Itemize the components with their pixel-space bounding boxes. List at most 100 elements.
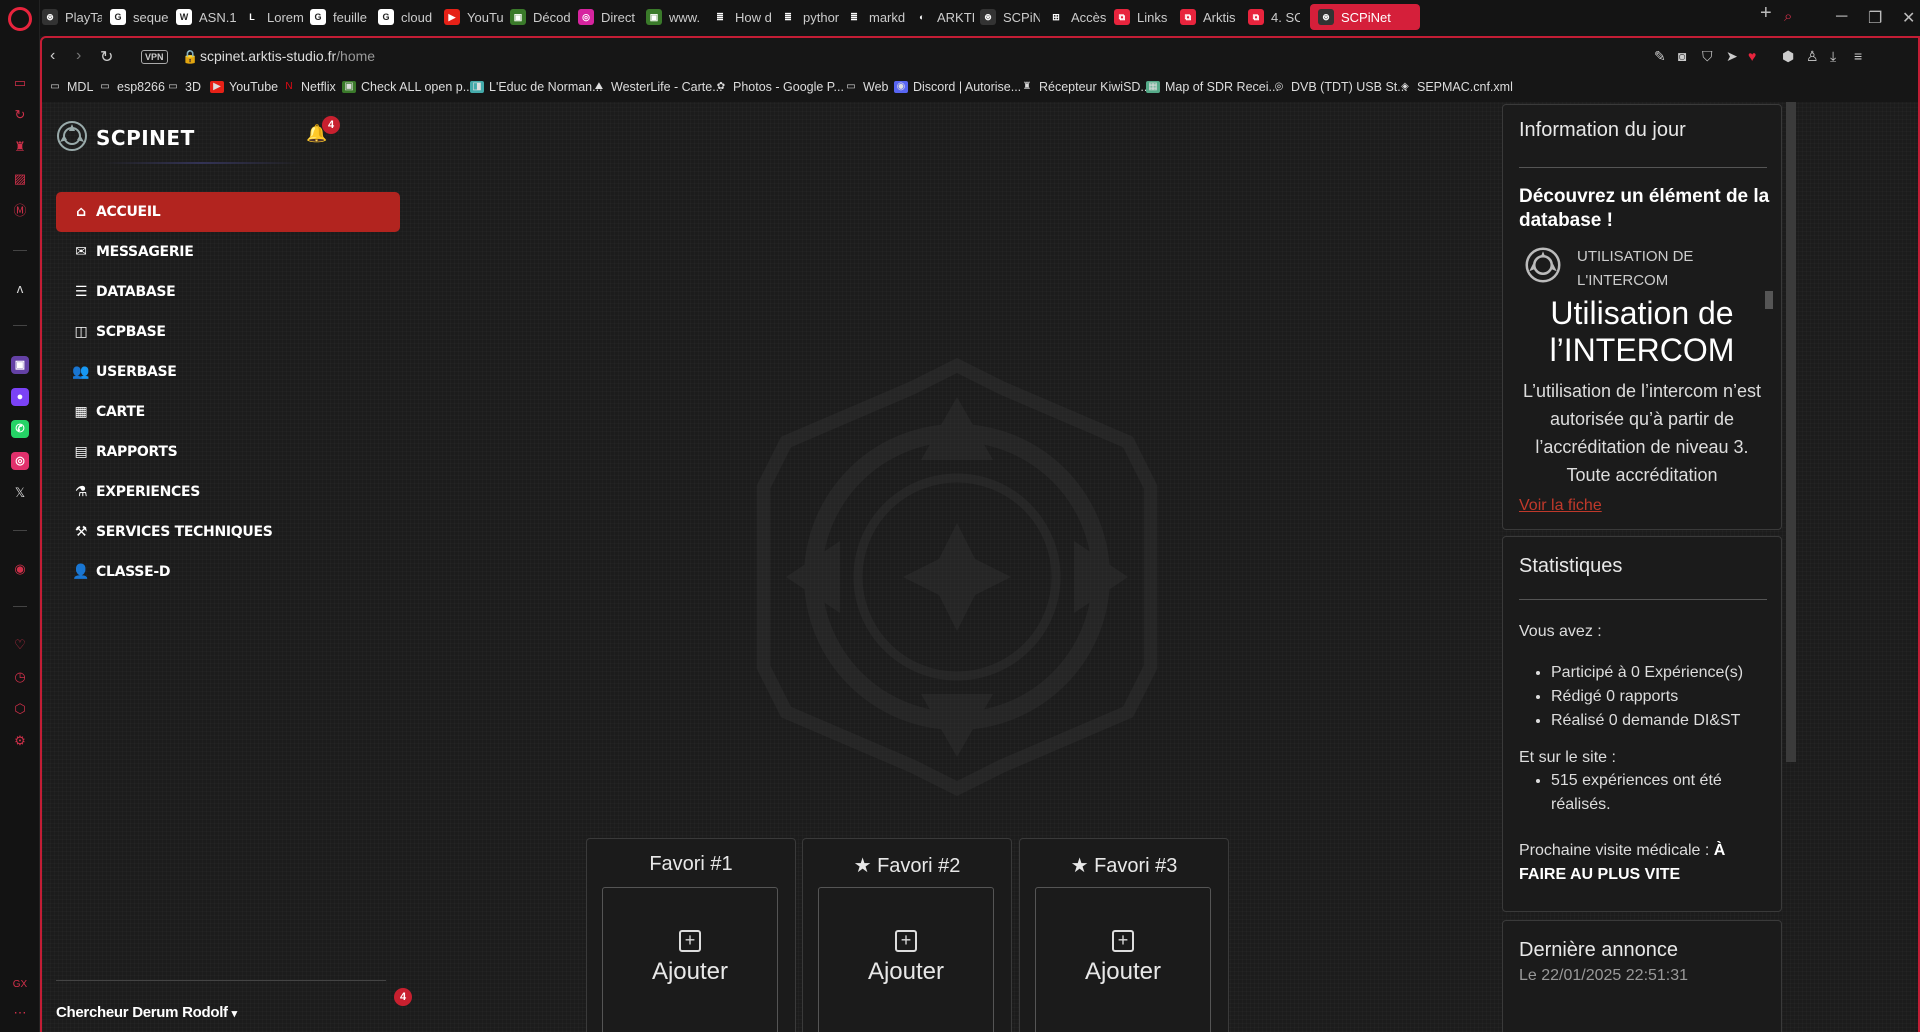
browser-tab[interactable]: ≣ pythor [780, 4, 840, 30]
bookmark-item[interactable]: ◎ DVB (TDT) USB St... [1272, 80, 1408, 94]
add-favorite-button[interactable]: + Ajouter [1035, 887, 1211, 1032]
browser-tab[interactable]: ▣ Décod [510, 4, 570, 30]
menu-item-rapports[interactable]: ▤ RAPPORTS [56, 432, 400, 472]
maximize-button[interactable]: ❐ [1868, 8, 1882, 28]
bookmark-item[interactable]: ⛰ WesterLife - Carte... [592, 80, 723, 94]
close-window-button[interactable]: ✕ [1902, 8, 1915, 28]
reload-button[interactable]: ↻ [100, 47, 113, 67]
menu-item-carte[interactable]: ▦ CARTE [56, 392, 400, 432]
heart-icon[interactable]: ♡ [11, 636, 29, 654]
url-field[interactable]: scpinet.arktis-studio.fr/home [200, 48, 375, 64]
gx-icon[interactable]: GX [11, 976, 29, 994]
bookmark-item[interactable]: ▭ Web [844, 80, 888, 94]
menu-item-services-techniques[interactable]: ⚒ SERVICES TECHNIQUES [56, 512, 400, 552]
browser-tab[interactable]: ◐ ARKTI [914, 4, 974, 30]
favorite-title: ★ Favori #2 [803, 853, 1011, 878]
browser-tab[interactable]: ≣ markd [846, 4, 906, 30]
wikipedia-icon: W [176, 9, 192, 25]
browser-tab[interactable]: ▣ www. [646, 4, 706, 30]
camera-icon[interactable]: ◙ [1678, 48, 1686, 64]
mail-icon[interactable]: Ⓜ [11, 202, 29, 220]
page-scrollbar-thumb[interactable] [1786, 102, 1796, 762]
new-tab-button[interactable]: + [1760, 2, 1772, 25]
download-icon[interactable]: ⤓ [1830, 48, 1836, 65]
bookmark-item[interactable]: ✿ Photos - Google P... [714, 80, 844, 94]
browser-tab[interactable]: ⧉ Links [1114, 4, 1174, 30]
opera-logo-icon[interactable] [8, 7, 32, 31]
bookmark-item[interactable]: ◈ SEPMAC.cnf.xml [1398, 80, 1513, 94]
browser-tab[interactable]: ⧉ 4. SCI [1248, 4, 1300, 30]
bookmark-item[interactable]: ▭ 3D [166, 80, 201, 94]
browser-tab[interactable]: ⊛ SCPiNet [1310, 4, 1420, 30]
ai-icon[interactable]: ᴧ [11, 280, 29, 298]
forward-button[interactable]: › [76, 47, 81, 65]
menu-item-classe-d[interactable]: 👤 CLASSE-D [56, 552, 400, 592]
browser-tab[interactable]: ⊛ SCPiN [980, 4, 1040, 30]
bookmark-favicon-icon: ✿ [716, 81, 726, 92]
info-scroll-thumb[interactable] [1765, 291, 1773, 309]
menu-item-messagerie[interactable]: ✉ MESSAGERIE [56, 232, 400, 272]
menu-item-scpbase[interactable]: ◫ SCPBASE [56, 312, 400, 352]
user-menu-toggle[interactable]: Chercheur Derum Rodolf ▾ [56, 1004, 237, 1021]
edit-icon[interactable]: ✎ [1654, 48, 1666, 65]
bookmark-item[interactable]: ♜ Récepteur KiwiSD... [1020, 80, 1151, 94]
bookmark-label: YouTube [229, 80, 279, 94]
instagram-icon[interactable]: ◎ [11, 452, 29, 470]
add-favorite-button[interactable]: + Ajouter [602, 887, 778, 1032]
more-icon[interactable]: ⋯ [11, 1004, 29, 1022]
player-icon[interactable]: ▨ [11, 170, 29, 188]
pinboard-icon[interactable]: ♜ [11, 138, 29, 156]
search-tabs-icon[interactable]: ⌕ [1784, 8, 1792, 25]
bookmark-item[interactable]: ▶ YouTube [210, 80, 278, 94]
browser-tab[interactable]: Gcloud [378, 4, 438, 30]
bookmark-item[interactable]: ▣ Check ALL open p... [342, 80, 473, 94]
browser-tab[interactable]: ⊛ PlayTa [42, 4, 102, 30]
tab-label: SCPiN [1003, 9, 1040, 25]
minimize-button[interactable]: ─ [1836, 8, 1847, 26]
twitch-icon[interactable]: ▣ [11, 356, 29, 374]
refresh-feed-icon[interactable]: ↻ [11, 106, 29, 124]
add-favorite-button[interactable]: + Ajouter [818, 887, 994, 1032]
menu-item-userbase[interactable]: 👥 USERBASE [56, 352, 400, 392]
browser-tab[interactable]: W ASN.1 [176, 4, 236, 30]
bookmark-item[interactable]: ▭ esp8266 [98, 80, 165, 94]
shield-icon[interactable]: ⛉ [1702, 48, 1713, 65]
aria-icon[interactable]: ▭ [11, 74, 29, 92]
view-sheet-link[interactable]: Voir la fiche [1519, 497, 1602, 515]
menu-item-database[interactable]: ☰ DATABASE [56, 272, 400, 312]
vpn-badge[interactable]: VPN [141, 50, 168, 64]
bookmark-item[interactable]: ◉ Discord | Autorise... [894, 80, 1021, 94]
menu-item-experiences[interactable]: ⚗ EXPERIENCES [56, 472, 400, 512]
settings-icon[interactable]: ⚙ [11, 732, 29, 750]
tab-label: YouTu [467, 9, 504, 25]
browser-tab[interactable]: ◎ Direct [578, 4, 638, 30]
package-icon[interactable]: ⬢ [1782, 48, 1794, 65]
lock-icon[interactable]: 🔒 [182, 49, 198, 65]
back-button[interactable]: ‹ [50, 47, 55, 65]
menu-item-accueil[interactable]: ⌂ ACCUEIL [56, 192, 400, 232]
browser-tab[interactable]: ⧉ Arktis [1180, 4, 1240, 30]
browser-tab[interactable]: ⊞ Accès [1048, 4, 1108, 30]
browser-tab[interactable]: L Lorem [244, 4, 304, 30]
info-panel-title: Information du jour [1519, 119, 1686, 141]
send-icon[interactable]: ➤ [1726, 48, 1738, 65]
profile-icon[interactable]: ♙ [1806, 48, 1819, 65]
browser-tab[interactable]: ≣ How d [712, 4, 772, 30]
bookmark-item[interactable]: ▦ Map of SDR Recei... [1146, 80, 1279, 94]
whatsapp-icon[interactable]: ✆ [11, 420, 29, 438]
messenger-icon[interactable]: ● [11, 388, 29, 406]
menu-icon[interactable]: ≡ [1854, 48, 1862, 64]
favorite-heart-icon[interactable]: ♥ [1748, 48, 1756, 64]
bookmark-item[interactable]: ▭ MDL [48, 80, 93, 94]
history-icon[interactable]: ◷ [11, 668, 29, 686]
browser-tab[interactable]: Gfeuille [310, 4, 370, 30]
music-player-icon[interactable]: ◉ [11, 560, 29, 578]
scp-item-icon [1525, 247, 1561, 283]
x-twitter-icon[interactable]: 𝕏 [11, 484, 29, 502]
tab-label: Direct [601, 9, 635, 25]
browser-tab[interactable]: Gseque [110, 4, 170, 30]
browser-tab[interactable]: ▶ YouTu [444, 4, 504, 30]
bookmark-item[interactable]: ◨ L'Educ de Norman... [470, 80, 603, 94]
extensions-icon[interactable]: ⬡ [11, 700, 29, 718]
bookmark-item[interactable]: N Netflix [282, 80, 335, 94]
